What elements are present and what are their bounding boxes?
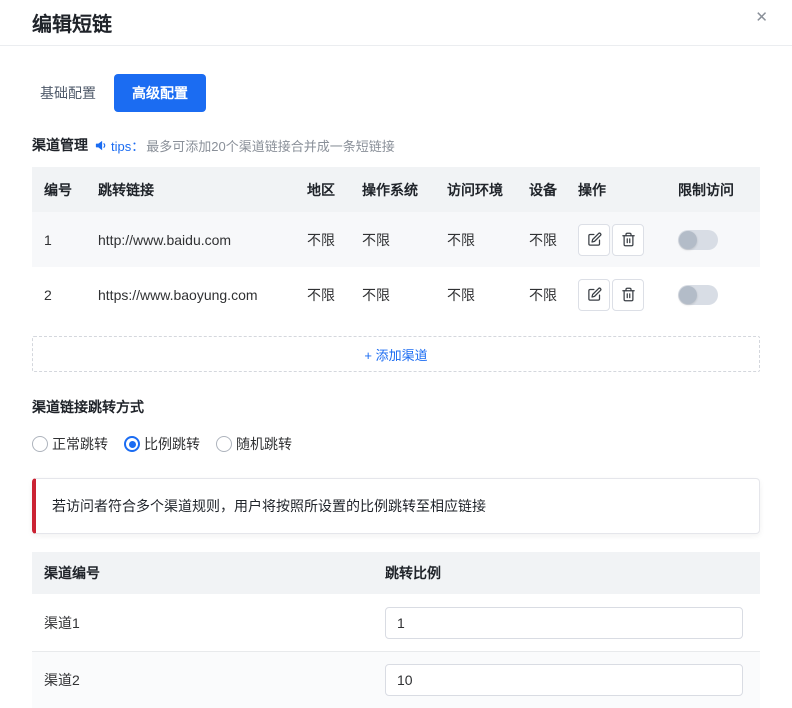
radio-label: 比例跳转 [144,434,200,454]
tips-prefix: tips： [111,136,144,155]
table-row: 2 https://www.baoyung.com 不限 不限 不限 不限 [32,267,760,322]
radio-label: 随机跳转 [236,434,292,454]
edit-icon [587,232,602,247]
col-header-restrict: 限制访问 [666,180,760,200]
dialog-body: 基础配置 高级配置 渠道管理 tips： 最多可添加20个渠道链接合并成一条短链… [0,74,792,708]
cell-channel: 渠道2 [32,670,373,690]
channel-table: 编号 跳转链接 地区 操作系统 访问环境 设备 操作 限制访问 1 http:/… [32,167,760,322]
delete-channel-button[interactable] [612,279,644,311]
col-header-device: 设备 [517,180,566,200]
restrict-access-toggle[interactable] [678,230,718,250]
cell-ratio [373,664,760,696]
radio-random-jump[interactable]: 随机跳转 [216,434,292,454]
channel-table-header: 编号 跳转链接 地区 操作系统 访问环境 设备 操作 限制访问 [32,167,760,212]
alert-text: 若访问者符合多个渠道规则，用户将按照所设置的比例跳转至相应链接 [52,498,486,514]
trash-icon [621,232,636,247]
cell-no: 2 [32,287,86,303]
table-row: 1 http://www.baidu.com 不限 不限 不限 不限 [32,212,760,267]
col-header-os: 操作系统 [350,180,435,200]
table-row: 渠道1 [32,594,760,651]
ratio-table: 渠道编号 跳转比例 渠道1 渠道2 [32,552,760,708]
ratio-table-header: 渠道编号 跳转比例 [32,552,760,594]
close-icon[interactable]: ✕ [749,2,774,32]
channel-management-label: 渠道管理 [32,135,88,155]
tab-basic-config[interactable]: 基础配置 [32,74,104,112]
col-header-action: 操作 [566,180,666,200]
cell-region: 不限 [295,285,350,305]
col-header-env: 访问环境 [435,180,517,200]
jump-mode-label: 渠道链接跳转方式 [32,397,760,417]
cell-url: http://www.baidu.com [86,232,295,248]
restrict-access-toggle[interactable] [678,285,718,305]
cell-restrict [666,285,760,305]
col-header-url: 跳转链接 [86,180,295,200]
edit-channel-button[interactable] [578,224,610,256]
cell-ratio [373,607,760,639]
cell-no: 1 [32,232,86,248]
cell-env: 不限 [435,285,517,305]
radio-normal-jump[interactable]: 正常跳转 [32,434,108,454]
col-header-channel: 渠道编号 [32,563,373,583]
tab-advanced-config[interactable]: 高级配置 [114,74,206,112]
edit-icon [587,287,602,302]
jump-mode-radio-group: 正常跳转 比例跳转 随机跳转 [32,434,760,454]
config-tabs: 基础配置 高级配置 [32,74,760,112]
add-channel-label: + 添加渠道 [364,345,427,364]
ratio-jump-alert: 若访问者符合多个渠道规则，用户将按照所设置的比例跳转至相应链接 [32,478,760,534]
megaphone-icon [94,138,109,153]
cell-region: 不限 [295,230,350,250]
edit-channel-button[interactable] [578,279,610,311]
toggle-knob [679,231,697,249]
radio-icon [32,436,48,452]
tips-text: 最多可添加20个渠道链接合并成一条短链接 [146,136,394,155]
cell-device: 不限 [517,285,566,305]
cell-env: 不限 [435,230,517,250]
delete-channel-button[interactable] [612,224,644,256]
col-header-ratio: 跳转比例 [373,563,760,583]
ratio-input-channel-1[interactable] [385,607,743,639]
channel-management-header: 渠道管理 tips： 最多可添加20个渠道链接合并成一条短链接 [32,136,760,154]
cell-action [566,224,666,256]
dialog-header: 编辑短链 [0,0,792,46]
table-row: 渠道2 [32,651,760,708]
trash-icon [621,287,636,302]
cell-restrict [666,230,760,250]
radio-label: 正常跳转 [52,434,108,454]
cell-url: https://www.baoyung.com [86,287,295,303]
radio-icon [216,436,232,452]
cell-channel: 渠道1 [32,613,373,633]
radio-ratio-jump[interactable]: 比例跳转 [124,434,200,454]
col-header-region: 地区 [295,180,350,200]
cell-os: 不限 [350,230,435,250]
cell-action [566,279,666,311]
add-channel-button[interactable]: + 添加渠道 [32,336,760,372]
toggle-knob [679,286,697,304]
ratio-input-channel-2[interactable] [385,664,743,696]
cell-device: 不限 [517,230,566,250]
col-header-no: 编号 [32,180,86,200]
radio-icon [124,436,140,452]
page-title: 编辑短链 [32,8,112,37]
cell-os: 不限 [350,285,435,305]
